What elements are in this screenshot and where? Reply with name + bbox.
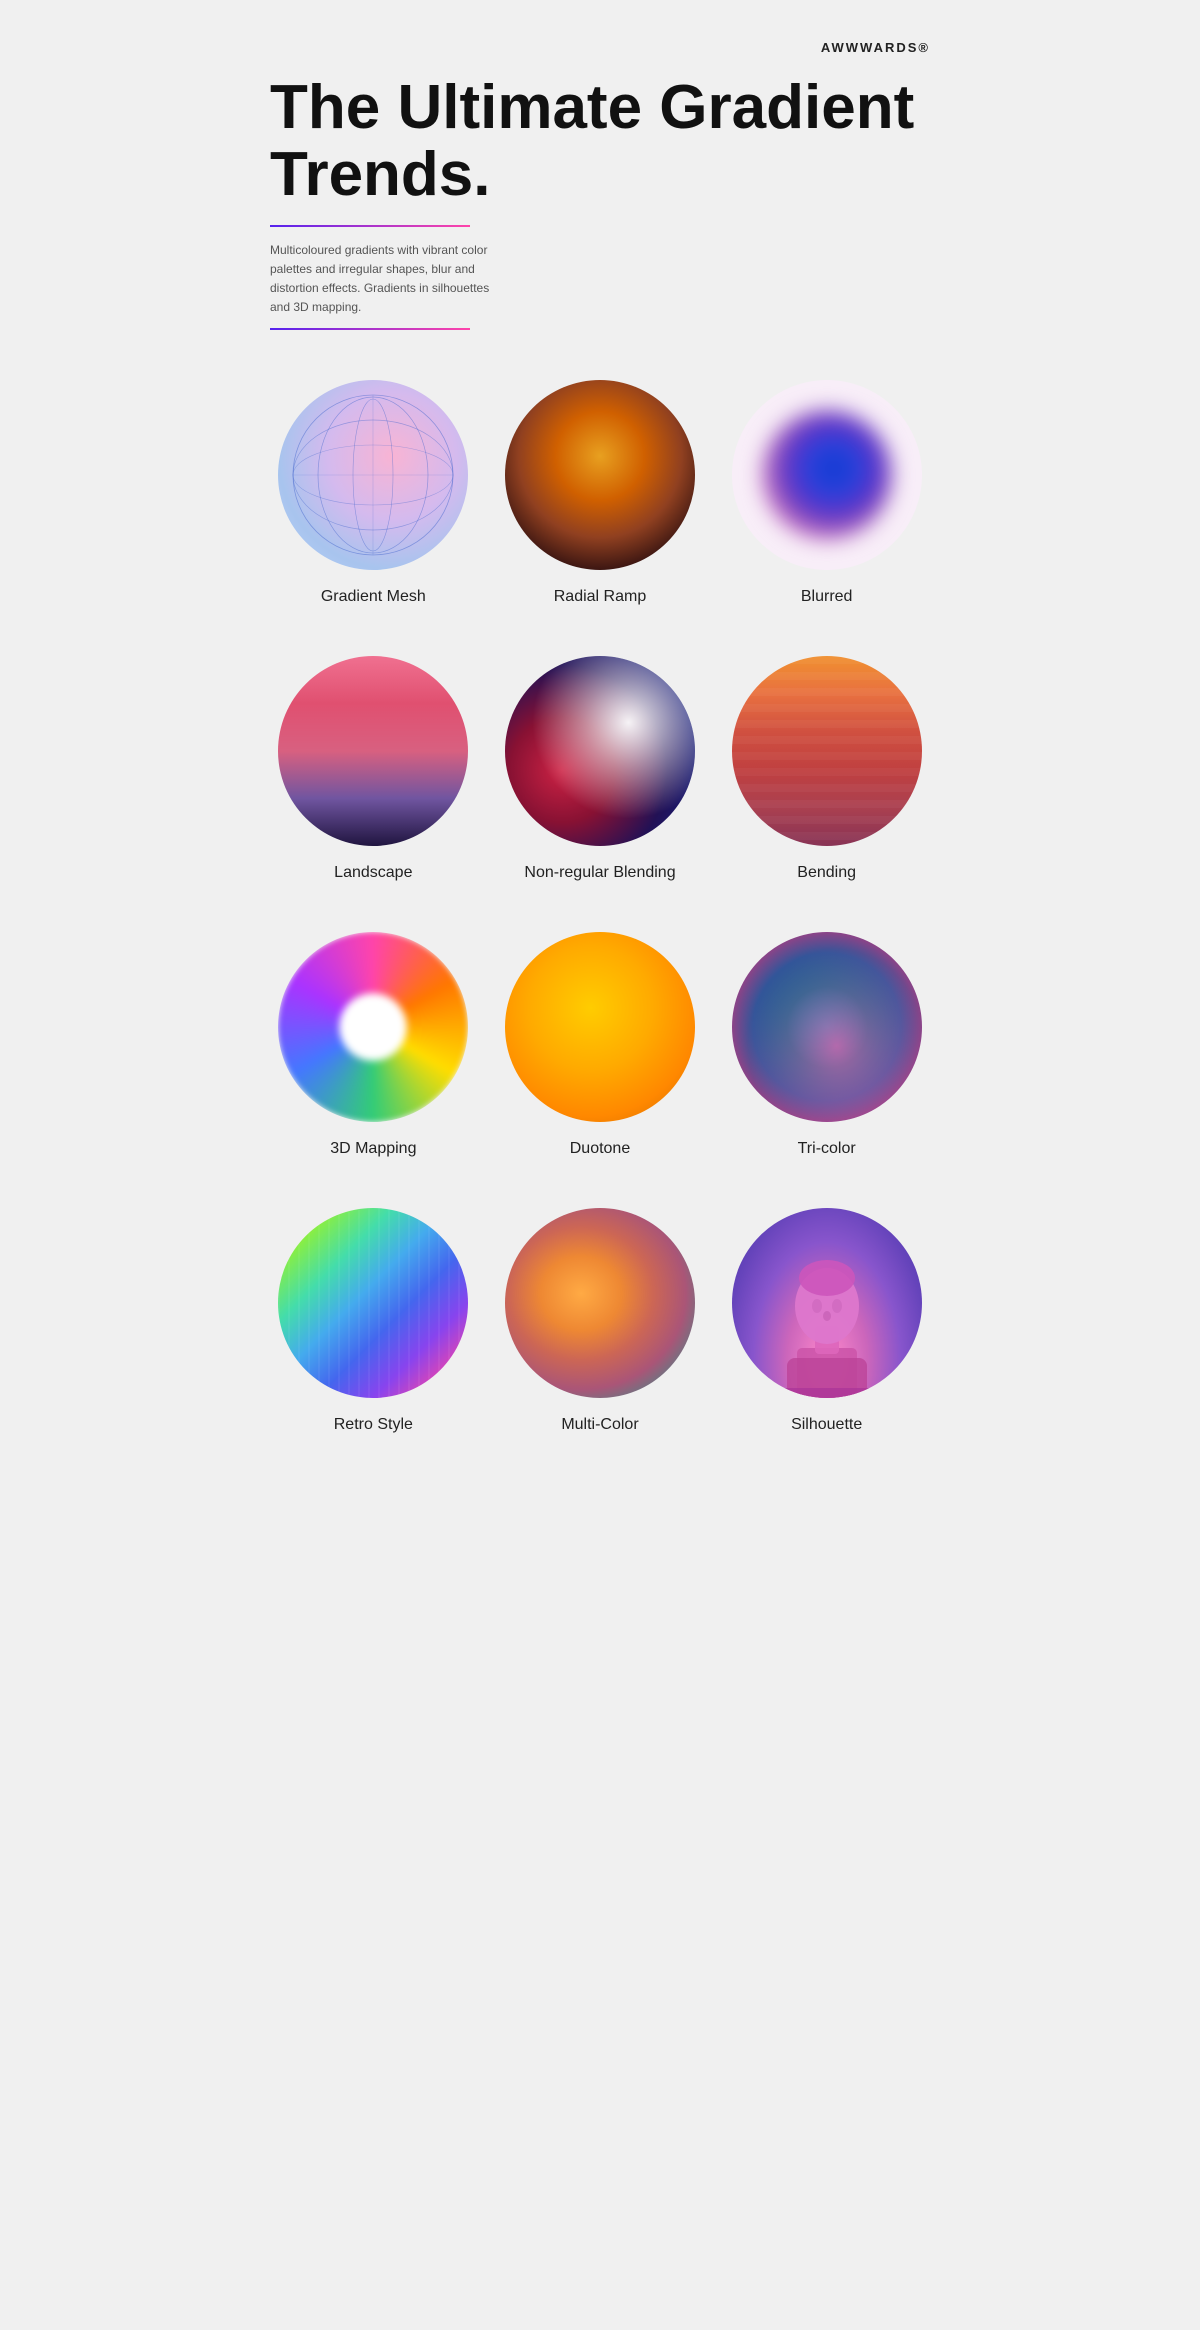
label-multi-color: Multi-Color [561,1416,638,1434]
item-duotone: Duotone [497,932,704,1158]
circle-gradient-mesh [278,380,468,570]
item-bending: Bending [723,656,930,882]
item-silhouette: Silhouette [723,1208,930,1434]
item-blurred: Blurred [723,380,930,606]
label-silhouette: Silhouette [791,1416,862,1434]
label-blurred: Blurred [801,588,853,606]
label-bending: Bending [797,864,856,882]
label-retro-style: Retro Style [334,1416,413,1434]
circle-tri-color [732,932,922,1122]
hero-description: Multicoloured gradients with vibrant col… [270,241,490,318]
label-radial-ramp: Radial Ramp [554,588,646,606]
silhouette-bust-svg [767,1238,887,1398]
gradient-grid: Gradient Mesh Radial Ramp Blurred Landsc… [270,380,930,1434]
label-landscape: Landscape [334,864,412,882]
hero-title: The Ultimate Gradient Trends. [270,75,930,209]
label-3d-mapping: 3D Mapping [330,1140,416,1158]
label-non-regular-blending: Non-regular Blending [524,864,675,882]
circle-3d-mapping-wrap [278,932,468,1122]
circle-retro-style [278,1208,468,1398]
circle-radial-ramp [505,380,695,570]
label-tri-color: Tri-color [798,1140,856,1158]
item-multi-color: Multi-Color [497,1208,704,1434]
header: AWWWARDS® [270,40,930,55]
item-tri-color: Tri-color [723,932,930,1158]
item-non-regular-blending: Non-regular Blending [497,656,704,882]
circle-duotone [505,932,695,1122]
circle-blurred-wrap [732,380,922,570]
page: AWWWARDS® The Ultimate Gradient Trends. … [210,0,990,2330]
item-radial-ramp: Radial Ramp [497,380,704,606]
divider-bottom [270,328,470,330]
circle-blurred-inner [762,410,892,540]
circle-bending [732,656,922,846]
label-duotone: Duotone [570,1140,631,1158]
circle-non-regular-blending [505,656,695,846]
circle-landscape [278,656,468,846]
brand-logo: AWWWARDS® [821,40,930,55]
item-retro-style: Retro Style [270,1208,477,1434]
circle-multi-color [505,1208,695,1398]
circle-silhouette [732,1208,922,1398]
label-gradient-mesh: Gradient Mesh [321,588,426,606]
item-3d-mapping: 3D Mapping [270,932,477,1158]
item-gradient-mesh: Gradient Mesh [270,380,477,606]
item-landscape: Landscape [270,656,477,882]
divider-top [270,225,470,227]
